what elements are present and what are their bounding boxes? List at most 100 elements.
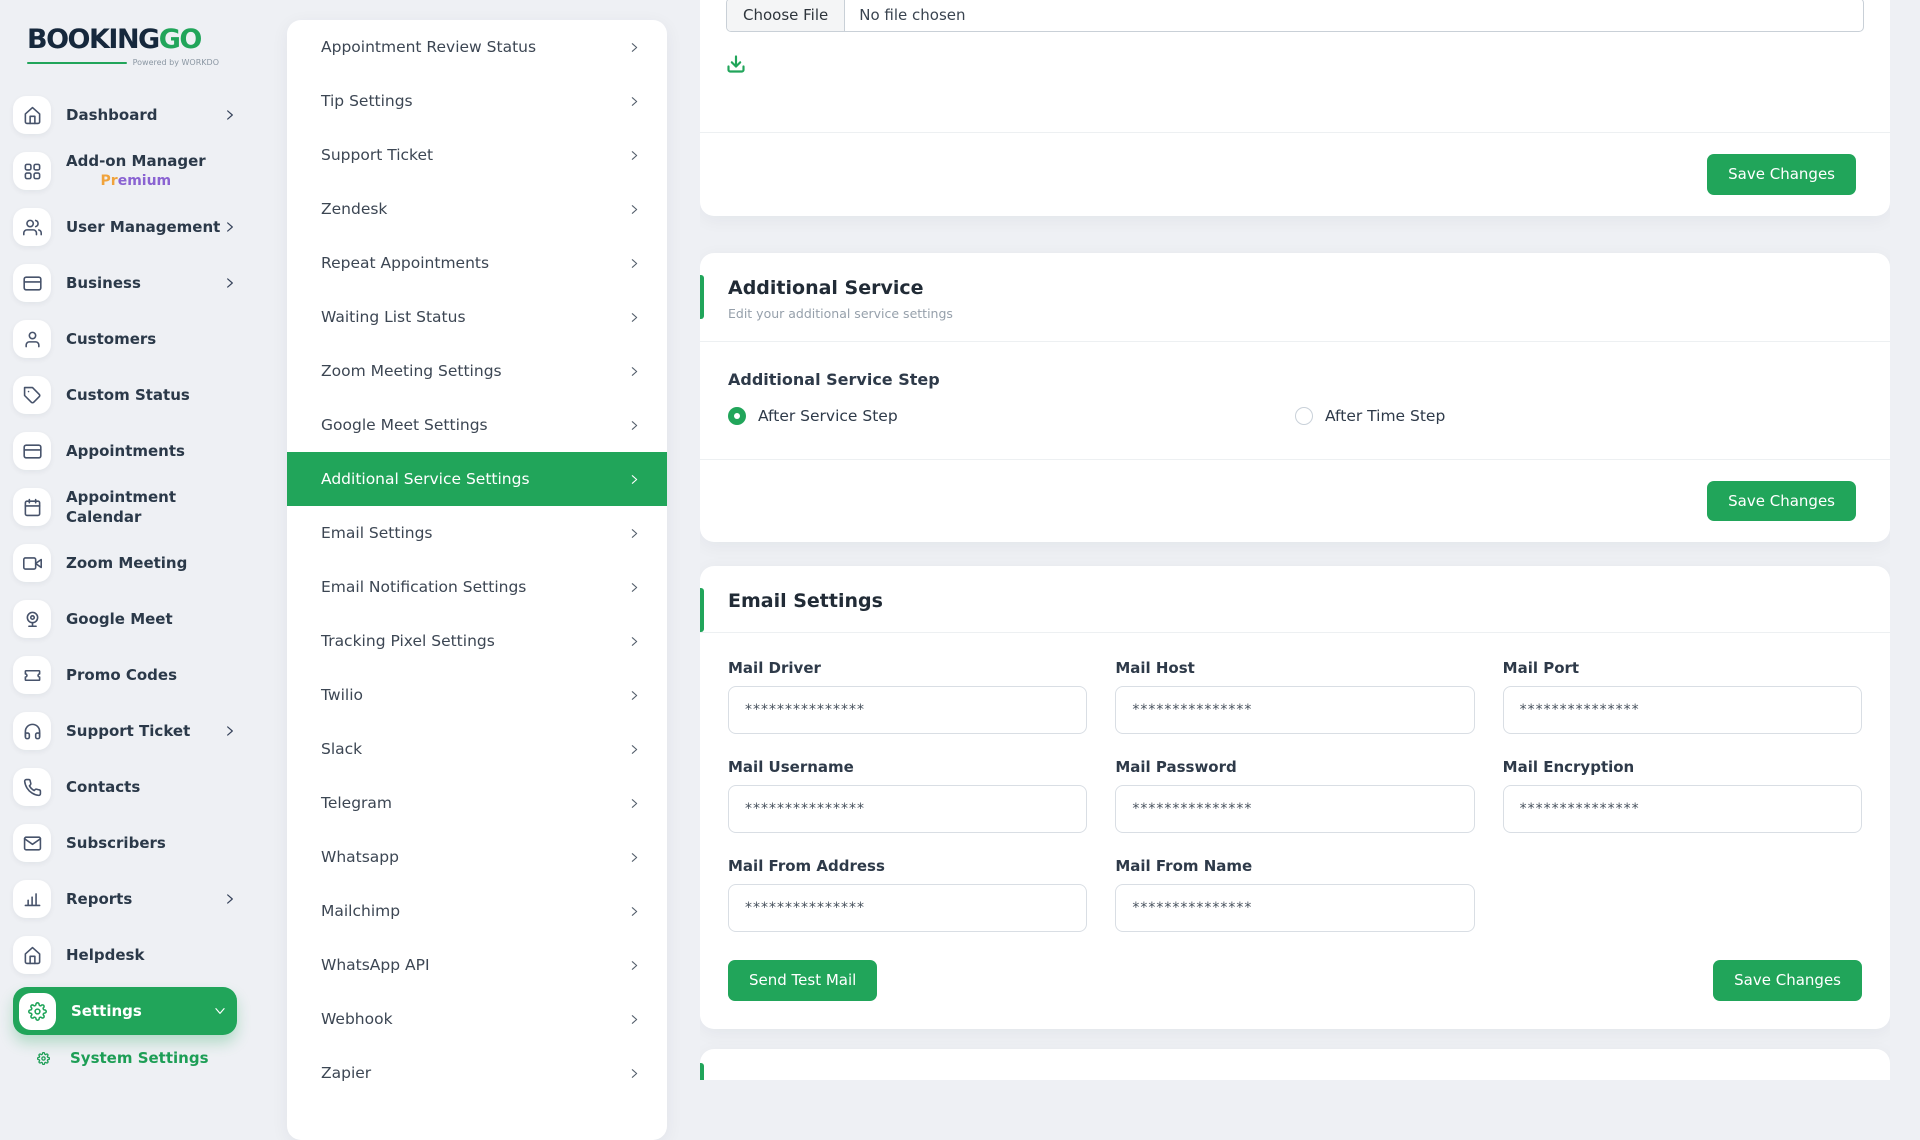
sidebar-item-appointments[interactable]: Appointments xyxy=(13,423,237,479)
main-content: Choose File No file chosen Save Changes … xyxy=(700,0,1890,1080)
mail-driver-input[interactable] xyxy=(728,686,1087,734)
sidebar-item-label: Appointments xyxy=(66,441,185,461)
chevron-right-icon xyxy=(628,635,641,648)
sidebar-item-zoom-meeting[interactable]: Zoom Meeting xyxy=(13,535,237,591)
choose-file-button[interactable]: Choose File xyxy=(727,0,845,31)
home-icon xyxy=(23,946,42,965)
email-settings-actions: Send Test Mail Save Changes xyxy=(728,960,1862,1001)
save-changes-button[interactable]: Save Changes xyxy=(1707,154,1856,195)
sidebar-item-add-on-manager[interactable]: Add-on ManagerPremium xyxy=(13,143,237,199)
ticket-icon xyxy=(23,666,42,685)
email-settings-card: Email Settings Mail DriverMail HostMail … xyxy=(700,566,1890,1029)
submenu-item-slack[interactable]: Slack xyxy=(287,722,667,776)
download-icon[interactable] xyxy=(726,54,746,74)
chevron-right-icon xyxy=(628,257,641,270)
submenu-item-label: Support Ticket xyxy=(321,146,433,164)
field-mail-username: Mail Username xyxy=(728,758,1087,833)
submenu-item-whatsapp-api[interactable]: WhatsApp API xyxy=(287,938,667,992)
field-mail-password: Mail Password xyxy=(1115,758,1474,833)
sidebar-item-label: Custom Status xyxy=(66,385,190,405)
submenu-item-appointment-review-status[interactable]: Appointment Review Status xyxy=(287,20,667,74)
submenu-item-label: Tracking Pixel Settings xyxy=(321,632,495,650)
sidebar-item-label: Business xyxy=(66,273,141,293)
sidebar-item-contacts[interactable]: Contacts xyxy=(13,759,237,815)
field-label: Mail Host xyxy=(1115,659,1474,677)
radio-after-time-step[interactable] xyxy=(1295,407,1313,425)
mail-host-input[interactable] xyxy=(1115,686,1474,734)
sidebar-item-reports[interactable]: Reports xyxy=(13,871,237,927)
submenu-item-mailchimp[interactable]: Mailchimp xyxy=(287,884,667,938)
submenu-item-label: Twilio xyxy=(321,686,363,704)
sidebar-item-custom-status[interactable]: Custom Status xyxy=(13,367,237,423)
credit-card-icon-box xyxy=(13,432,51,470)
sidebar-item-subscribers[interactable]: Subscribers xyxy=(13,815,237,871)
submenu-item-label: Slack xyxy=(321,740,362,758)
brand-logo[interactable]: BOOKINGGO Powered by WORKDO xyxy=(13,0,219,67)
submenu-item-tracking-pixel-settings[interactable]: Tracking Pixel Settings xyxy=(287,614,667,668)
sidebar-item-helpdesk[interactable]: Helpdesk xyxy=(13,927,237,983)
submenu-item-telegram[interactable]: Telegram xyxy=(287,776,667,830)
chevron-right-icon xyxy=(628,959,641,972)
submenu-item-repeat-appointments[interactable]: Repeat Appointments xyxy=(287,236,667,290)
sidebar-item-dashboard[interactable]: Dashboard xyxy=(13,87,237,143)
calendar-icon xyxy=(23,498,42,517)
submenu-item-zoom-meeting-settings[interactable]: Zoom Meeting Settings xyxy=(287,344,667,398)
additional-service-header: Additional Service Edit your additional … xyxy=(700,253,1890,341)
submenu-item-zapier[interactable]: Zapier xyxy=(287,1046,667,1100)
submenu-item-whatsapp[interactable]: Whatsapp xyxy=(287,830,667,884)
mail-password-input[interactable] xyxy=(1115,785,1474,833)
additional-service-footer: Save Changes xyxy=(700,459,1890,543)
submenu-item-zendesk[interactable]: Zendesk xyxy=(287,182,667,236)
mail-from-address-input[interactable] xyxy=(728,884,1087,932)
sidebar-item-system-settings[interactable]: System Settings xyxy=(37,1049,237,1067)
sidebar-item-label: Zoom Meeting xyxy=(66,553,187,573)
chevron-right-icon xyxy=(628,689,641,702)
submenu-item-email-notification-settings[interactable]: Email Notification Settings xyxy=(287,560,667,614)
field-label: Mail Driver xyxy=(728,659,1087,677)
submenu-item-label: Email Notification Settings xyxy=(321,578,526,596)
sidebar-item-settings[interactable]: Settings xyxy=(13,987,237,1035)
submenu-item-waiting-list-status[interactable]: Waiting List Status xyxy=(287,290,667,344)
mail-port-input[interactable] xyxy=(1503,686,1862,734)
file-input[interactable]: Choose File No file chosen xyxy=(726,0,1864,32)
sidebar-item-customers[interactable]: Customers xyxy=(13,311,237,367)
submenu-item-label: Repeat Appointments xyxy=(321,254,489,272)
radio-after-service-step[interactable] xyxy=(728,407,746,425)
field-mail-driver: Mail Driver xyxy=(728,659,1087,734)
sidebar-item-google-meet[interactable]: Google Meet xyxy=(13,591,237,647)
sidebar-item-label: Promo Codes xyxy=(66,665,177,685)
sidebar-item-business[interactable]: Business xyxy=(13,255,237,311)
submenu-item-label: Appointment Review Status xyxy=(321,38,536,56)
users-icon xyxy=(23,218,42,237)
submenu-item-label: Waiting List Status xyxy=(321,308,466,326)
field-mail-from-address: Mail From Address xyxy=(728,857,1087,932)
sidebar-item-label: Helpdesk xyxy=(66,945,144,965)
submenu-item-webhook[interactable]: Webhook xyxy=(287,992,667,1046)
submenu-item-additional-service-settings[interactable]: Additional Service Settings xyxy=(287,452,667,506)
home-icon-box xyxy=(13,936,51,974)
additional-service-title: Additional Service xyxy=(728,277,1862,299)
sidebar-item-promo-codes[interactable]: Promo Codes xyxy=(13,647,237,703)
sidebar-nav: DashboardAdd-on ManagerPremiumUser Manag… xyxy=(13,87,237,1035)
save-changes-button[interactable]: Save Changes xyxy=(1707,481,1856,522)
submenu-item-support-ticket[interactable]: Support Ticket xyxy=(287,128,667,182)
sidebar-item-support-ticket[interactable]: Support Ticket xyxy=(13,703,237,759)
submenu-item-tip-settings[interactable]: Tip Settings xyxy=(287,74,667,128)
mail-from-name-input[interactable] xyxy=(1115,884,1474,932)
gear-icon-box xyxy=(19,993,56,1030)
submenu-item-twilio[interactable]: Twilio xyxy=(287,668,667,722)
radio-option-after-time-step[interactable]: After Time Step xyxy=(1295,407,1862,425)
submenu-item-email-settings[interactable]: Email Settings xyxy=(287,506,667,560)
submenu-item-google-meet-settings[interactable]: Google Meet Settings xyxy=(287,398,667,452)
additional-service-card: Additional Service Edit your additional … xyxy=(700,253,1890,543)
chevron-right-icon xyxy=(628,851,641,864)
radio-option-after-service-step[interactable]: After Service Step xyxy=(728,407,1295,425)
users-icon-box xyxy=(13,208,51,246)
sidebar-item-appointment-calendar[interactable]: Appointment Calendar xyxy=(13,479,237,535)
save-changes-button[interactable]: Save Changes xyxy=(1713,960,1862,1001)
send-test-mail-button[interactable]: Send Test Mail xyxy=(728,960,877,1001)
mail-username-input[interactable] xyxy=(728,785,1087,833)
sidebar-item-user-management[interactable]: User Management xyxy=(13,199,237,255)
calendar-icon-box xyxy=(13,488,51,526)
mail-encryption-input[interactable] xyxy=(1503,785,1862,833)
